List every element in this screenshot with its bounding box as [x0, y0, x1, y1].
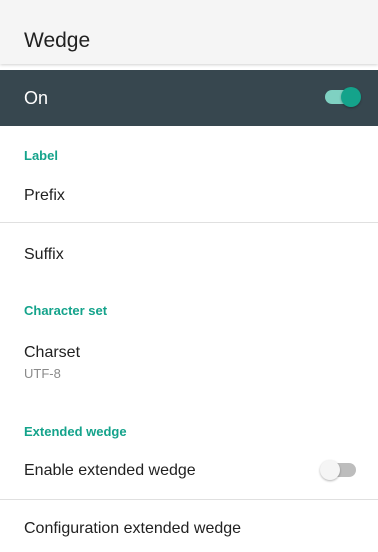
charset-value: UTF-8: [24, 366, 61, 381]
page-title: Wedge: [24, 29, 91, 52]
master-switch-bar[interactable]: On: [0, 70, 378, 126]
category-extended-wedge: Extended wedge: [24, 424, 127, 439]
charset-title: Charset: [24, 344, 81, 361]
master-toggle-thumb: [341, 87, 361, 107]
prefix-title: Prefix: [24, 187, 65, 204]
category-label: Label: [24, 148, 58, 163]
app-bar: Wedge: [0, 0, 378, 64]
suffix-title: Suffix: [24, 246, 64, 263]
enable-extended-wedge-title: Enable extended wedge: [24, 462, 196, 479]
extended-wedge-toggle-thumb: [320, 460, 340, 480]
extended-wedge-toggle-switch[interactable]: [320, 460, 356, 480]
category-character-set: Character set: [24, 303, 108, 318]
master-switch-label: On: [24, 88, 49, 108]
master-toggle-switch[interactable]: [325, 87, 361, 107]
configuration-extended-wedge-title: Configuration extended wedge: [24, 520, 242, 537]
